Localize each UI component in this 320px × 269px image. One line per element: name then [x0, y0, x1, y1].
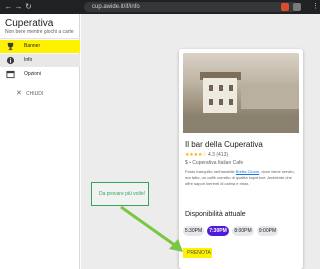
- place-title: Il bar della Cuperativa: [185, 140, 263, 149]
- sidebar-item-info[interactable]: Info: [0, 54, 80, 67]
- book-button-label: PRENOTA: [187, 250, 211, 256]
- place-description: Posto tranquillo nell'amabile Bretta Clo…: [185, 169, 295, 186]
- app-title: Cuperativa: [5, 18, 54, 29]
- info-icon: [6, 56, 15, 65]
- sidebar-item-banner[interactable]: Banner: [0, 40, 80, 53]
- menu-icon[interactable]: ⋮: [312, 3, 319, 11]
- rating-value: 4.3 (413): [208, 152, 229, 158]
- address-bar[interactable]: cup.awide.it/if/info: [84, 2, 298, 12]
- star-rating-icon: ★★★★☆: [185, 152, 207, 158]
- place-card: Il bar della Cuperativa ★★★★☆ 4.3 (413) …: [179, 49, 303, 269]
- annotation-text: Da provare più volte!: [99, 191, 146, 197]
- app-subtitle: Non bere mentre giochi a carte: [5, 29, 74, 35]
- close-icon: ✕: [16, 90, 22, 97]
- time-slot-chip[interactable]: 5:30PM: [183, 226, 204, 236]
- annotation-callout: Da provare più volte!: [91, 182, 149, 206]
- availability-title: Disponibilità attuale: [185, 211, 246, 218]
- sidebar-item-options[interactable]: Opzioni: [0, 68, 80, 81]
- book-button[interactable]: PRENOTA: [183, 248, 212, 258]
- close-button[interactable]: ✕ CHIUDI: [16, 90, 56, 98]
- window-icon: [6, 70, 15, 79]
- sidebar-item-label: Info: [24, 57, 33, 63]
- extension-icon[interactable]: [293, 3, 301, 11]
- url-text: cup.awide.it/if/info: [92, 4, 140, 10]
- place-category: $ • Cuperativa Italian Cafe: [185, 160, 244, 166]
- sidebar-item-label: Banner: [24, 43, 41, 49]
- time-slot-chip[interactable]: 9:00PM: [257, 226, 278, 236]
- trophy-icon: [7, 42, 14, 51]
- sidebar-divider: [0, 38, 80, 39]
- sidebar: Cuperativa Non bere mentre giochi a cart…: [0, 14, 80, 269]
- sidebar-item-label: Opzioni: [24, 71, 41, 77]
- place-photo: [183, 53, 299, 133]
- back-icon[interactable]: ←: [4, 2, 13, 11]
- time-slot-chip[interactable]: 8:00PM: [232, 226, 254, 236]
- forward-icon[interactable]: →: [14, 2, 23, 11]
- browser-toolbar: ← → ↻ cup.awide.it/if/info ⋮: [0, 0, 320, 14]
- close-label: CHIUDI: [26, 91, 44, 97]
- shield-icon[interactable]: [281, 3, 289, 11]
- time-slot-chip-selected[interactable]: 7:30PM: [207, 226, 229, 236]
- reload-icon[interactable]: ↻: [24, 2, 33, 11]
- place-link[interactable]: Bretta Cloom: [236, 169, 259, 174]
